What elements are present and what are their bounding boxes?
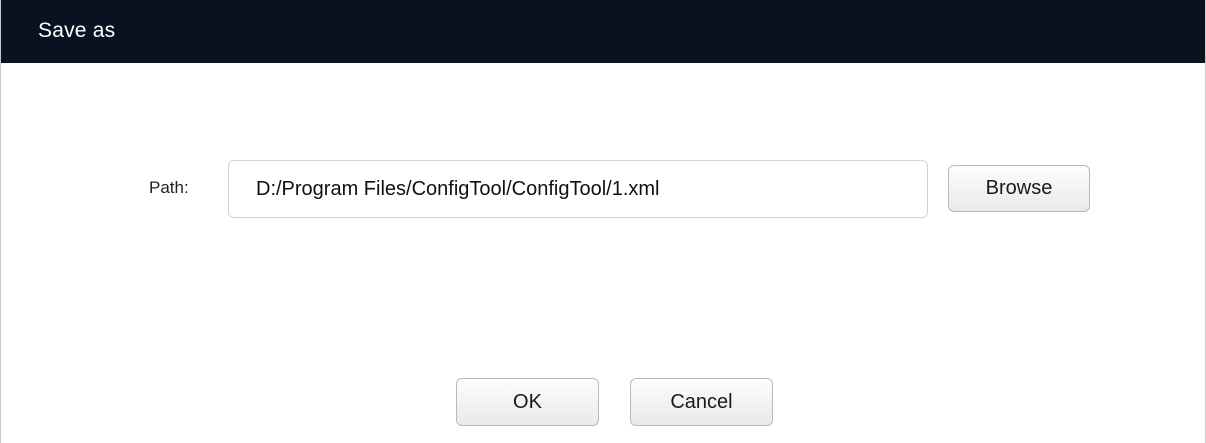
dialog-titlebar[interactable]: Save as (1, 0, 1205, 63)
path-input[interactable] (228, 160, 928, 218)
path-label: Path: (149, 178, 189, 197)
cancel-button[interactable]: Cancel (630, 378, 773, 426)
save-as-dialog: Save as Path: Browse OK Cancel (0, 0, 1206, 443)
ok-button[interactable]: OK (456, 378, 599, 426)
dialog-title: Save as (38, 19, 116, 42)
browse-button[interactable]: Browse (948, 165, 1090, 212)
